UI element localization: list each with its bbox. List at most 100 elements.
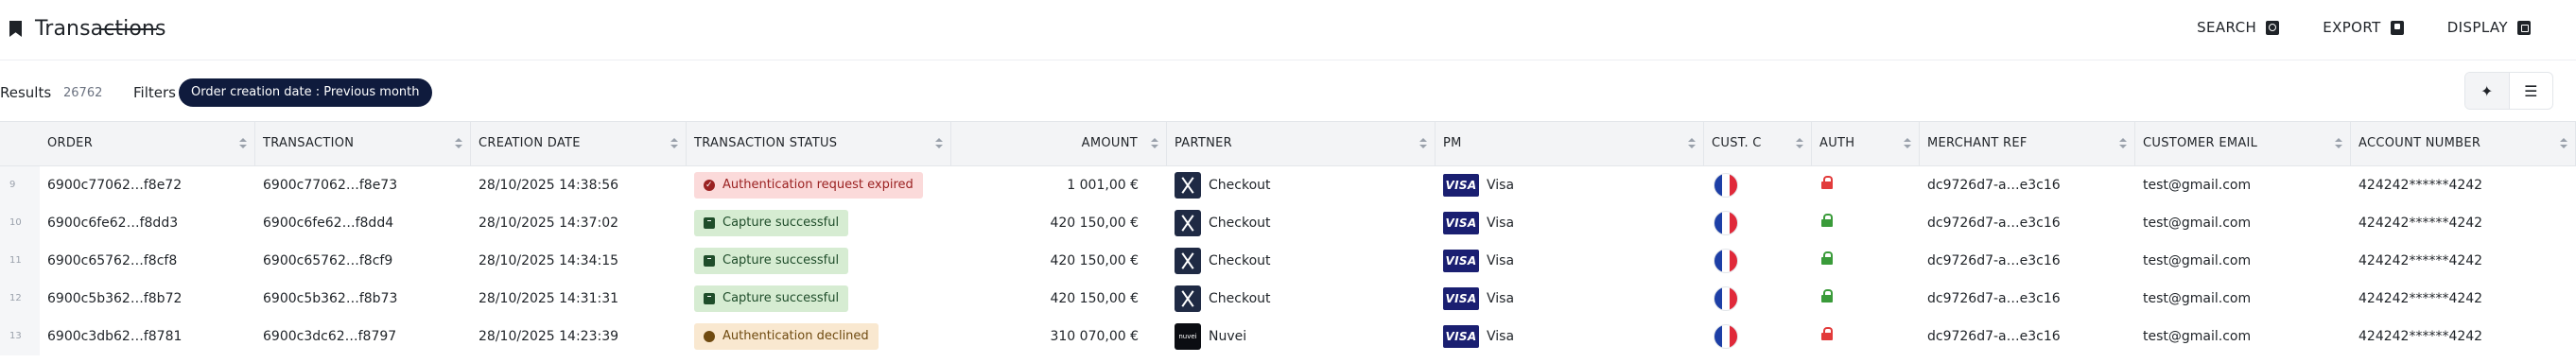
row-index: 10 [0,204,40,242]
column-header-pm[interactable]: PM [1436,122,1704,165]
display-button-label: DISPLAY [2446,19,2508,36]
column-header-label: PM [1443,136,1462,150]
table-row[interactable]: 11 6900c65762…f8cf8 6900c65762…f8cf9 28/10/… [0,242,2576,280]
sort-arrows-icon[interactable] [1796,138,1803,149]
table-row[interactable]: 10 6900c6fe62…f8dd3 6900c6fe62…f8dd4 28/10/… [0,204,2576,242]
sort-arrows-icon[interactable] [935,138,943,149]
search-button[interactable]: SEARCH [2197,19,2280,36]
france-flag-icon [1714,324,1738,349]
row-index: 13 [0,318,40,355]
partner-name: Checkout [1209,253,1271,268]
column-header-amount[interactable]: AMOUNT [951,122,1167,165]
cell-pm: VISA Visa [1443,242,1697,280]
cell-status: Authentication request expired [694,166,944,204]
visa-logo-icon: VISA [1443,325,1479,348]
column-header-label: PARTNER [1175,136,1232,150]
table-row[interactable]: 12 6900c5b362…f8b72 6900c5b362…f8b73 28/10/… [0,280,2576,318]
cell-pm: VISA Visa [1443,204,1697,242]
cell-country [1712,280,1804,318]
cell-amount: 420 150,00 € [1050,253,1139,268]
column-header-email[interactable]: CUSTOMER EMAIL [2135,122,2351,165]
cell-date: 28/10/2025 14:34:15 [479,253,619,268]
search-icon [2266,20,2280,35]
column-header-account[interactable]: ACCOUNT NUMBER [2351,122,2576,165]
cell-transaction: 6900c77062…f8e73 [263,178,398,193]
cell-status: Capture successful [694,280,944,318]
table-row[interactable]: 9 6900c77062…f8e72 6900c77062…f8e73 28/10/2… [0,166,2576,204]
sort-arrows-icon[interactable] [670,138,678,149]
column-header-label: CREATION DATE [479,136,581,150]
lock-icon [1821,175,1833,189]
display-button[interactable]: DISPLAY [2447,19,2531,36]
sort-arrows-icon[interactable] [1419,138,1427,149]
column-header-label: TRANSACTION [263,136,355,150]
checkout-logo-icon [1175,285,1201,312]
column-header-transaction[interactable]: TRANSACTION [255,122,471,165]
column-header-label: AMOUNT [1081,136,1138,150]
cell-country [1712,318,1804,355]
display-icon [2517,20,2531,35]
column-header-partner[interactable]: PARTNER [1167,122,1436,165]
cell-pm: VISA Visa [1443,280,1697,318]
cell-account: 424242******4242 [2358,253,2483,268]
row-index: 11 [0,242,40,280]
filter-bar: Results 26762 Filters Order creation dat… [0,72,2576,113]
status-badge: Capture successful [694,285,849,312]
table-row[interactable]: 13 6900c3db62…f8781 6900c3dc62…f8797 28/10/… [0,318,2576,355]
column-header-merchant-ref[interactable]: MERCHANT REF [1920,122,2135,165]
sort-arrows-icon[interactable] [455,138,462,149]
export-button-label: EXPORT [2323,19,2381,36]
column-header-country[interactable]: CUST. C [1704,122,1812,165]
title-underline [100,28,157,30]
cell-account: 424242******4242 [2358,216,2483,231]
partner-name: Checkout [1209,291,1271,306]
cell-date: 28/10/2025 14:38:56 [479,178,619,193]
lock-icon [1821,251,1833,265]
row-index: 12 [0,280,40,318]
cell-amount: 1 001,00 € [1067,178,1139,193]
sort-arrows-icon[interactable] [2119,138,2127,149]
sort-arrows-icon[interactable] [1904,138,1911,149]
cell-status: Capture successful [694,204,944,242]
export-button[interactable]: EXPORT [2323,19,2404,36]
cell-transaction: 6900c6fe62…f8dd4 [263,216,394,231]
cell-transaction: 6900c65762…f8cf9 [263,253,393,268]
cell-order: 6900c77062…f8e72 [47,178,183,193]
column-header-label: ORDER [47,136,94,150]
sort-arrows-icon[interactable] [1688,138,1696,149]
column-header-date[interactable]: CREATION DATE [471,122,687,165]
cell-auth [1819,318,1912,355]
column-header-order[interactable]: ORDER [40,122,255,165]
cell-email: test@gmail.com [2143,178,2252,193]
export-icon [2390,20,2404,35]
cell-date: 28/10/2025 14:23:39 [479,329,619,344]
cell-status: Capture successful [694,242,944,280]
cell-country [1712,242,1804,280]
column-header-label: TRANSACTION STATUS [694,136,838,150]
cell-pm: VISA Visa [1443,318,1697,355]
sort-arrows-icon[interactable] [2560,138,2567,149]
column-header-status[interactable]: TRANSACTION STATUS [687,122,951,165]
column-header-label: CUST. C [1712,136,1762,150]
checkout-logo-icon [1175,248,1201,274]
sort-arrows-icon[interactable] [2335,138,2342,149]
bookmark-icon[interactable] [9,21,22,37]
lock-icon [1821,213,1833,227]
sort-arrows-icon[interactable] [1151,138,1158,149]
cell-date: 28/10/2025 14:37:02 [479,216,619,231]
sort-arrows-icon[interactable] [239,138,247,149]
cell-auth [1819,166,1912,204]
sparkle-view-icon[interactable]: ✦ [2465,73,2509,109]
filter-chip-order-date[interactable]: Order creation date : Previous month [179,78,432,107]
cell-order: 6900c6fe62…f8dd3 [47,216,179,231]
france-flag-icon [1714,173,1738,198]
column-header-auth[interactable]: AUTH [1812,122,1920,165]
results-count: 26762 [63,86,103,100]
lock-icon [1821,326,1833,340]
list-view-icon[interactable]: ☰ [2510,73,2553,109]
cell-transaction: 6900c3dc62…f8797 [263,329,397,344]
cell-transaction: 6900c5b362…f8b73 [263,291,398,306]
payment-method-name: Visa [1487,329,1515,344]
visa-logo-icon: VISA [1443,250,1479,272]
france-flag-icon [1714,211,1738,235]
